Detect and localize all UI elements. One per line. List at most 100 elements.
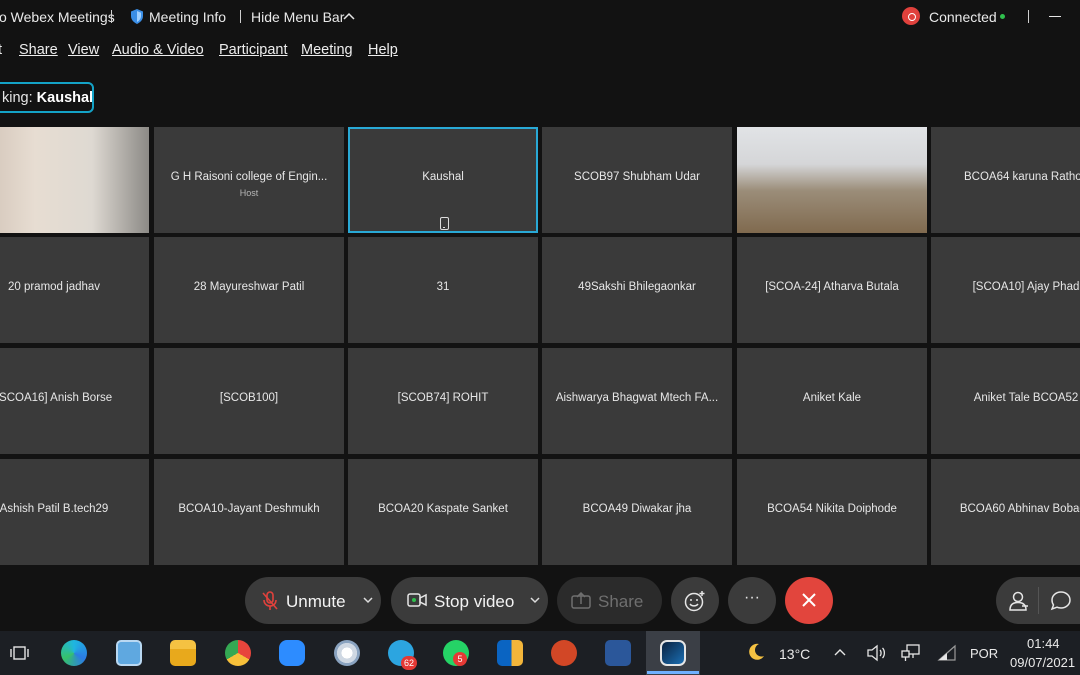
participant-tile[interactable]: Aniket Tale BCOA52 [931, 348, 1080, 454]
word-app-icon[interactable] [605, 640, 631, 666]
participant-name: [SCOA10] Ajay Phad [972, 281, 1080, 293]
zoom-app-icon[interactable] [279, 640, 305, 666]
participant-tile[interactable]: 20 pramod jadhav [0, 237, 149, 343]
menu-bar: t Share View Audio & Video Participant M… [0, 34, 1080, 68]
participant-tile[interactable]: Aishwarya Bhagwat Mtech FA... [542, 348, 732, 454]
menu-item-meeting[interactable]: Meeting [301, 42, 353, 58]
participant-name: Ashish Patil B.tech29 [0, 503, 109, 515]
menu-item-audio-video[interactable]: Audio & Video [112, 42, 204, 58]
shield-icon [131, 9, 143, 24]
participant-tile[interactable]: Kaushal [348, 127, 538, 233]
participant-tile[interactable]: 49Sakshi Bhilegaonkar [542, 237, 732, 343]
participant-name: 20 pramod jadhav [7, 281, 101, 293]
menu-item-participant[interactable]: Participant [219, 42, 288, 58]
stop-video-button[interactable]: Stop video [391, 577, 548, 624]
participant-tile[interactable]: [SCOA10] Ajay Phad [931, 237, 1080, 343]
participant-tile[interactable]: 28 Mayureshwar Patil [154, 237, 344, 343]
chat-icon[interactable] [1050, 590, 1072, 612]
participant-video-tile[interactable] [0, 127, 149, 233]
participant-name: SCOB97 Shubham Udar [574, 171, 700, 183]
divider [111, 10, 112, 23]
webex-meetings-icon[interactable] [660, 640, 686, 666]
wifi-icon[interactable] [937, 644, 957, 662]
title-bar: o Webex Meetings Meeting Info Hide Menu … [0, 0, 1080, 34]
participant-name: [SCOA-24] Atharva Butala [765, 281, 899, 293]
participant-video-tile[interactable] [737, 127, 927, 233]
menu-item-help[interactable]: Help [368, 42, 398, 58]
clock-date[interactable]: 09/07/2021 [1010, 655, 1075, 670]
outlook-mail-icon[interactable] [497, 640, 523, 666]
connection-status-icon [902, 7, 920, 25]
participant-name: 49Sakshi Bhilegaonkar [578, 281, 696, 293]
participant-tile[interactable]: [SCOB100] [154, 348, 344, 454]
share-button[interactable]: Share [557, 577, 662, 624]
unmute-label: Unmute [286, 592, 346, 611]
weather-temperature[interactable]: 13°C [779, 646, 810, 662]
meeting-info-button[interactable]: Meeting Info [149, 9, 226, 25]
active-speaker-label: king: [2, 90, 33, 106]
participant-name: 28 Mayureshwar Patil [193, 281, 305, 293]
participant-tile[interactable]: Aniket Kale [737, 348, 927, 454]
participant-tile[interactable]: BCOA10-Jayant Deshmukh [154, 459, 344, 565]
leave-meeting-button[interactable] [785, 577, 833, 624]
participant-name: Aniket Kale [802, 392, 862, 404]
chrome-browser-icon[interactable] [225, 640, 251, 666]
hide-menu-bar-button[interactable]: Hide Menu Bar [251, 9, 344, 25]
participant-tile[interactable]: BCOA54 Nikita Doiphode [737, 459, 927, 565]
snipping-tool-icon[interactable] [334, 640, 360, 666]
participants-icon[interactable] [1008, 590, 1030, 612]
participant-name: [SCOB100] [219, 392, 279, 404]
more-options-icon: ··· [744, 589, 760, 606]
participant-name: Aishwarya Bhagwat Mtech FA... [555, 392, 719, 404]
input-language-indicator[interactable]: POR [970, 646, 998, 661]
participant-tile[interactable]: BCOA60 Abhinav Bobade [931, 459, 1080, 565]
participant-name: G H Raisoni college of Engin... [170, 171, 328, 183]
participant-tile[interactable]: [SCOA-24] Atharva Butala [737, 237, 927, 343]
participant-tile[interactable]: Ashish Patil B.tech29 [0, 459, 149, 565]
control-panel-icon[interactable] [116, 640, 142, 666]
powerpoint-app-icon[interactable] [551, 640, 577, 666]
divider [240, 10, 241, 23]
network-icon[interactable] [901, 644, 921, 662]
participant-name: [SCOA16] Anish Borse [0, 392, 113, 404]
divider [1038, 587, 1039, 614]
share-content-icon [571, 592, 591, 609]
participant-tile[interactable]: 31 [348, 237, 538, 343]
menu-item-edit[interactable]: t [0, 42, 2, 58]
participant-tile[interactable]: BCOA49 Diwakar jha [542, 459, 732, 565]
active-speaker-chip: king: Kaushal [0, 82, 94, 113]
unmute-button[interactable]: Unmute [245, 577, 381, 624]
participant-name: BCOA64 karuna Rathod [963, 171, 1080, 183]
reactions-button[interactable] [671, 577, 719, 624]
chevron-up-icon[interactable] [834, 648, 846, 656]
participant-tile[interactable]: BCOA64 karuna Rathod [931, 127, 1080, 233]
task-view-icon[interactable] [9, 643, 29, 663]
more-options-button[interactable]: ··· [728, 577, 776, 624]
share-label: Share [598, 592, 644, 611]
participant-name: BCOA10-Jayant Deshmukh [178, 503, 320, 515]
participant-tile[interactable]: [SCOA16] Anish Borse [0, 348, 149, 454]
minimize-button[interactable] [1049, 16, 1061, 17]
participant-tile[interactable]: G H Raisoni college of Engin... Host [154, 127, 344, 233]
app-title: o Webex Meetings [0, 9, 115, 25]
edge-browser-icon[interactable] [61, 640, 87, 666]
participant-name: [SCOB74] ROHIT [397, 392, 489, 404]
telegram-unread-badge: 62 [401, 656, 418, 670]
whatsapp-unread-badge: 5 [453, 652, 467, 666]
participant-name: Kaushal [422, 171, 464, 183]
volume-icon[interactable] [866, 644, 886, 662]
active-task-underline [647, 671, 699, 674]
menu-item-share[interactable]: Share [19, 42, 58, 58]
clock-time[interactable]: 01:44 [1027, 636, 1060, 651]
participant-name: BCOA49 Diwakar jha [582, 503, 692, 515]
participant-tile[interactable]: BCOA20 Kaspate Sanket [348, 459, 538, 565]
file-explorer-icon[interactable] [170, 640, 196, 666]
chevron-up-icon[interactable] [343, 12, 355, 20]
weather-moon-icon[interactable] [746, 642, 766, 662]
participant-tile[interactable]: [SCOB74] ROHIT [348, 348, 538, 454]
chevron-down-icon[interactable] [363, 597, 373, 604]
menu-item-view[interactable]: View [68, 42, 99, 58]
participant-name: 31 [436, 281, 450, 293]
chevron-down-icon[interactable] [530, 597, 540, 604]
participant-tile[interactable]: SCOB97 Shubham Udar [542, 127, 732, 233]
